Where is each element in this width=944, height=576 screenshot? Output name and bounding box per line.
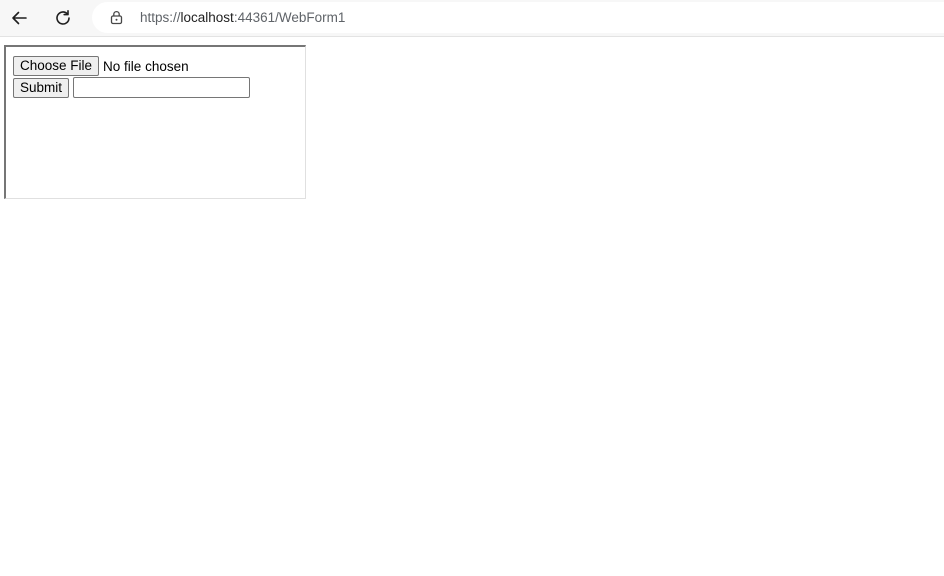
arrow-left-icon (12, 11, 27, 25)
url-host: localhost (180, 10, 234, 25)
url-text: https://localhost:44361/WebForm1 (140, 10, 345, 25)
submit-button[interactable]: Submit (13, 77, 70, 98)
text-input[interactable] (73, 77, 251, 98)
reload-icon (56, 10, 70, 25)
url-scheme: https:// (140, 10, 181, 25)
back-button[interactable] (5, 4, 33, 32)
choose-file-button[interactable]: Choose File (13, 56, 100, 76)
file-upload-row: Choose File No file chosen (13, 56, 189, 76)
form-frame: Choose File No file chosen Submit (4, 45, 306, 199)
file-status-text: No file chosen (103, 58, 189, 74)
lock-icon[interactable] (109, 10, 124, 25)
url-path: :44361/WebForm1 (233, 10, 346, 25)
reload-button[interactable] (49, 4, 77, 32)
submit-row: Submit (13, 77, 251, 98)
browser-toolbar: https://localhost:44361/WebForm1 (0, 0, 944, 37)
address-bar[interactable]: https://localhost:44361/WebForm1 (92, 2, 944, 33)
